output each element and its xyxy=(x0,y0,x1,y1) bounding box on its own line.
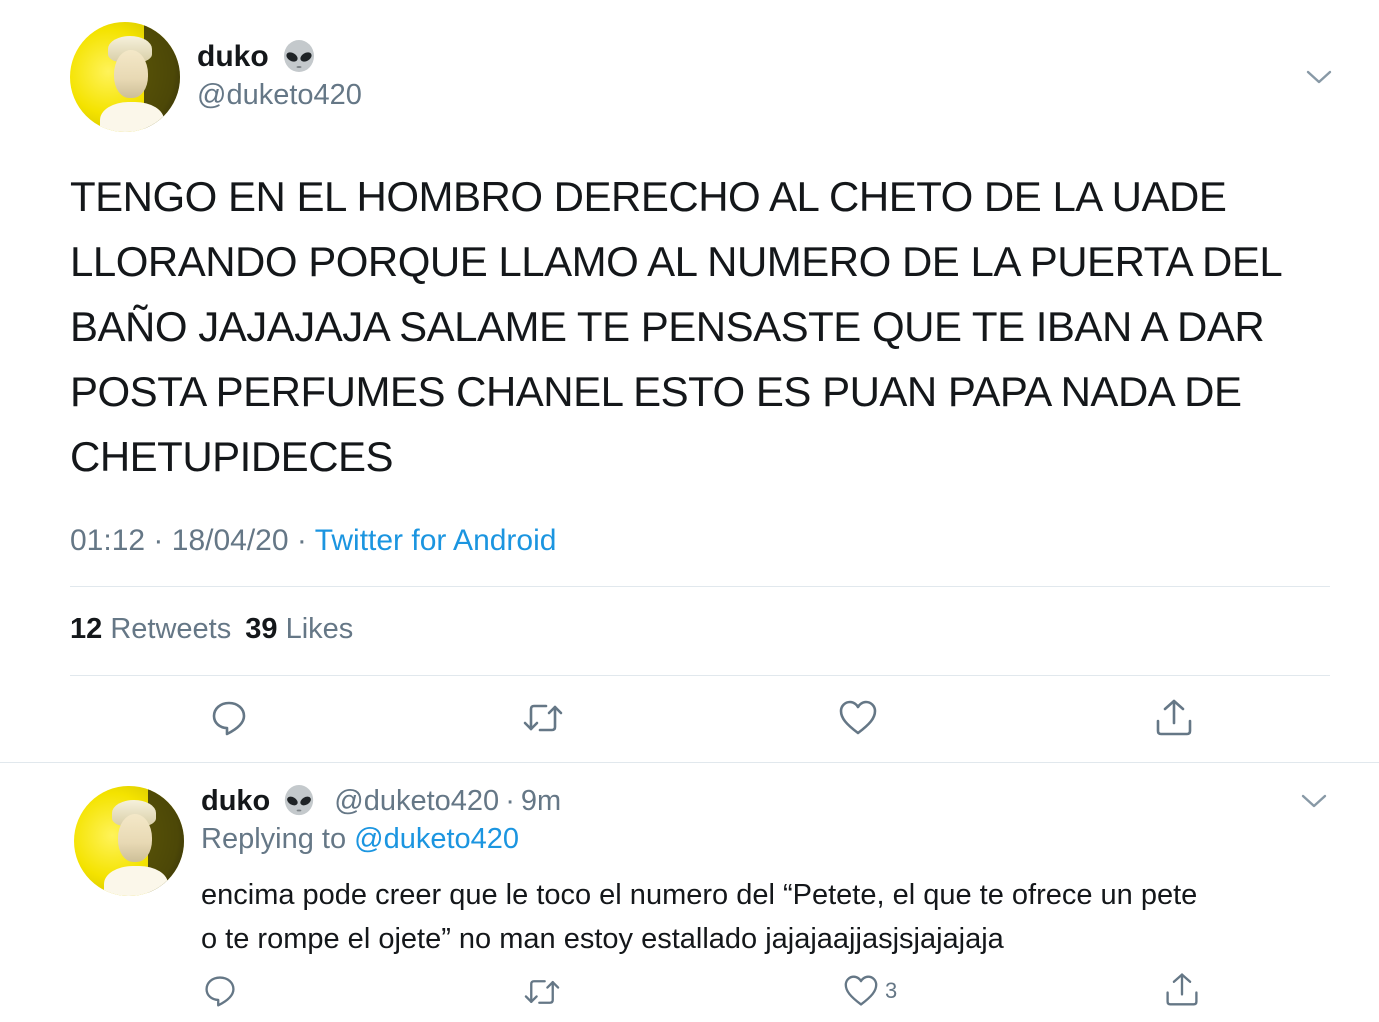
tweet-time[interactable]: 01:12 xyxy=(70,524,145,557)
display-name[interactable]: duko xyxy=(197,40,269,74)
tweet-text: encima pode creer que le toco el numero … xyxy=(201,873,1351,961)
avatar[interactable] xyxy=(74,786,184,896)
reply-icon[interactable] xyxy=(203,974,237,1008)
display-name[interactable]: duko xyxy=(201,785,270,818)
divider xyxy=(70,675,1330,676)
tweet-source-link[interactable]: Twitter for Android xyxy=(315,524,557,557)
like-action[interactable]: 3 xyxy=(843,974,897,1008)
likes-count: 39 xyxy=(245,613,278,645)
chevron-down-icon[interactable] xyxy=(1300,790,1328,810)
separator: · xyxy=(505,784,515,817)
tweet-text-line: encima pode creer que le toco el numero … xyxy=(201,879,1198,911)
alien-emoji-icon xyxy=(282,784,316,818)
tweet-date[interactable]: 18/04/20 xyxy=(172,524,289,557)
separator: · xyxy=(296,524,307,557)
chevron-down-icon[interactable] xyxy=(1305,66,1333,86)
like-count: 3 xyxy=(885,978,898,1003)
retweet-icon[interactable] xyxy=(522,699,564,737)
heart-icon[interactable] xyxy=(838,699,878,737)
tweet-text-line: BAÑO JAJAJAJA SALAME TE PENSASTE QUE TE … xyxy=(70,303,1265,350)
replying-to-label: Replying to xyxy=(201,823,347,855)
avatar[interactable] xyxy=(70,22,180,132)
replying-to: Replying to @duketo420 xyxy=(201,823,519,856)
section-divider xyxy=(0,762,1379,763)
share-icon[interactable] xyxy=(1154,697,1194,737)
replying-to-handle[interactable]: @duketo420 xyxy=(354,823,519,855)
reply-icon[interactable] xyxy=(210,699,248,737)
likes-stat[interactable]: 39 Likes xyxy=(245,613,353,645)
handle[interactable]: @duketo420 xyxy=(197,79,362,112)
timestamp-row: 01:12 · 18/04/20 · Twitter for Android xyxy=(70,524,556,558)
tweet-stats: 12 Retweets 39 Likes xyxy=(70,613,353,646)
tweet-text-line: o te rompe el ojete” no man estoy estall… xyxy=(201,923,1004,955)
retweets-count: 12 xyxy=(70,613,103,645)
tweet-text-line: LLORANDO PORQUE LLAMO AL NUMERO DE LA PU… xyxy=(70,238,1283,285)
tweet-text-line: CHETUPIDECES xyxy=(70,433,394,480)
tweet-text-line: TENGO EN EL HOMBRO DERECHO AL CHETO DE L… xyxy=(70,173,1227,220)
divider xyxy=(70,586,1330,587)
retweets-label: Retweets xyxy=(110,613,232,645)
tweet-time-ago[interactable]: 9m xyxy=(521,785,561,818)
likes-label: Likes xyxy=(285,613,354,645)
share-icon[interactable] xyxy=(1164,971,1200,1007)
alien-emoji-icon xyxy=(281,39,317,75)
retweet-icon[interactable] xyxy=(523,975,561,1009)
retweets-stat[interactable]: 12 Retweets xyxy=(70,613,239,645)
separator: · xyxy=(153,524,164,557)
heart-icon[interactable] xyxy=(843,974,879,1008)
tweet-text: TENGO EN EL HOMBRO DERECHO AL CHETO DE L… xyxy=(70,164,1340,489)
tweet-text-line: POSTA PERFUMES CHANEL ESTO ES PUAN PAPA … xyxy=(70,368,1242,415)
handle[interactable]: @duketo420 xyxy=(334,785,499,818)
